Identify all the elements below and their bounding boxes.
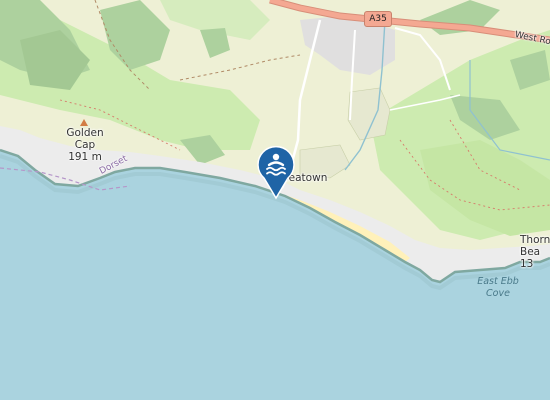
cove-line2: Cove bbox=[486, 288, 510, 299]
map-base-layer bbox=[0, 0, 550, 291]
thorn-line1: Thorn bbox=[520, 234, 550, 246]
location-marker[interactable] bbox=[256, 146, 296, 200]
peak-icon bbox=[80, 119, 88, 126]
thorncombe-beacon-label: Thorn Bea 13 bbox=[520, 234, 550, 270]
peak-elevation: 191 m bbox=[68, 151, 102, 163]
peak-name-line2: Cap bbox=[74, 139, 96, 151]
thorn-line3: 13 bbox=[520, 258, 534, 270]
road-shield-a35: A35 bbox=[364, 11, 392, 27]
peak-label: Golden Cap 191 m bbox=[62, 127, 108, 163]
map-canvas[interactable]: A35 West Ro Golden Cap 191 m Dorset Seat… bbox=[0, 0, 550, 400]
peak-name: Golden bbox=[66, 127, 104, 139]
cove-label: East Ebb Cove bbox=[472, 276, 524, 300]
thorn-line2: Bea bbox=[520, 246, 541, 258]
cove-line1: East Ebb bbox=[477, 276, 519, 287]
